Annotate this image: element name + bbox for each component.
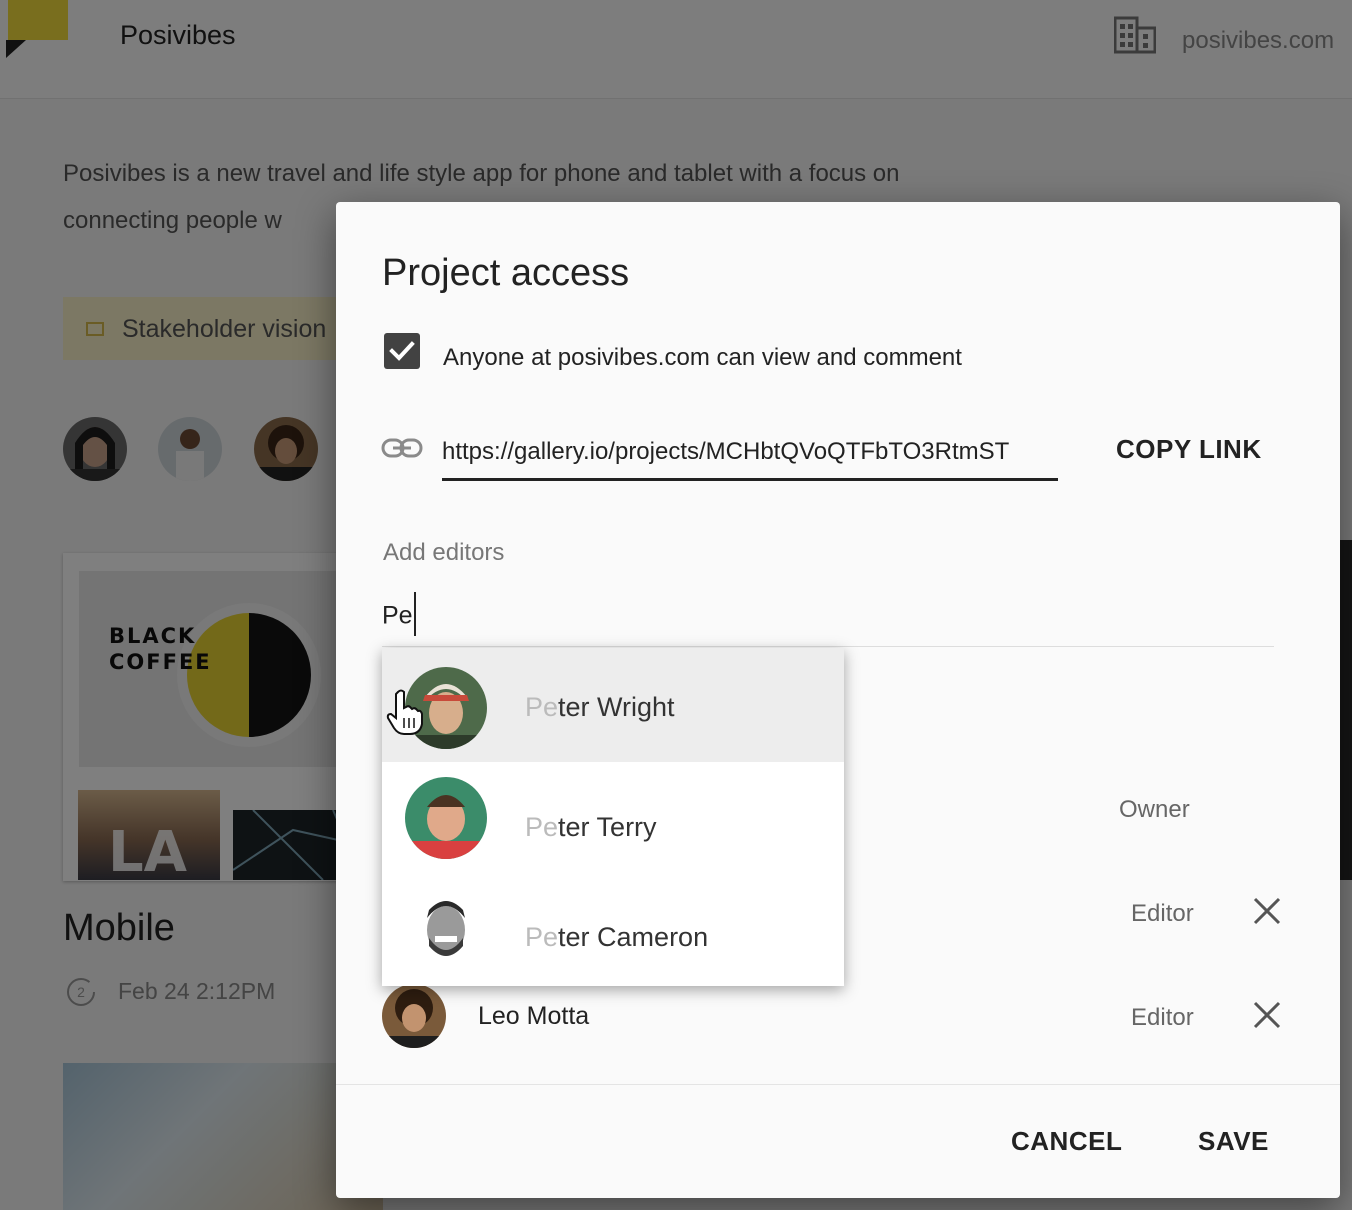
add-editors-label: Add editors — [383, 539, 505, 566]
dialog-divider — [336, 1084, 1340, 1085]
remove-member-icon[interactable] — [1252, 1000, 1282, 1030]
member-role-owner: Owner — [1119, 796, 1190, 823]
dialog-title: Project access — [382, 252, 630, 294]
share-domain-checkbox[interactable] — [384, 333, 420, 369]
suggestion-item[interactable]: Peter Terry — [382, 762, 844, 876]
suggestion-avatar — [405, 890, 487, 972]
suggestion-name: Peter Terry — [525, 812, 657, 842]
member-name: Leo Motta — [478, 1002, 590, 1030]
link-icon — [381, 438, 423, 458]
hand-cursor-icon — [386, 689, 423, 735]
editor-suggestions-dropdown: Peter Wright Peter Terry Peter Cameron — [382, 648, 844, 986]
cancel-button[interactable]: CANCEL — [1011, 1126, 1122, 1157]
member-role-editor[interactable]: Editor — [1131, 900, 1194, 928]
suggestion-name: Peter Wright — [525, 692, 675, 722]
suggestion-item[interactable]: Peter Cameron — [382, 876, 844, 990]
add-editors-value: Pe — [382, 601, 413, 630]
text-caret — [413, 592, 416, 636]
member-avatar-leo-motta — [382, 984, 446, 1048]
suggestion-item[interactable]: Peter Wright — [382, 648, 844, 762]
copy-link-button[interactable]: COPY LINK — [1116, 434, 1262, 465]
suggestion-avatar — [405, 777, 487, 859]
add-editors-input[interactable]: Pe — [382, 592, 1274, 647]
share-domain-label[interactable]: Anyone at posivibes.com can view and com… — [443, 344, 962, 372]
suggestion-name: Peter Cameron — [525, 922, 709, 952]
checkmark-icon — [389, 341, 415, 361]
member-role-editor[interactable]: Editor — [1131, 1004, 1194, 1032]
project-link-field[interactable]: https://gallery.io/projects/MCHbtQVoQTFb… — [442, 438, 1058, 481]
save-button[interactable]: SAVE — [1198, 1126, 1269, 1157]
remove-member-icon[interactable] — [1252, 896, 1282, 926]
